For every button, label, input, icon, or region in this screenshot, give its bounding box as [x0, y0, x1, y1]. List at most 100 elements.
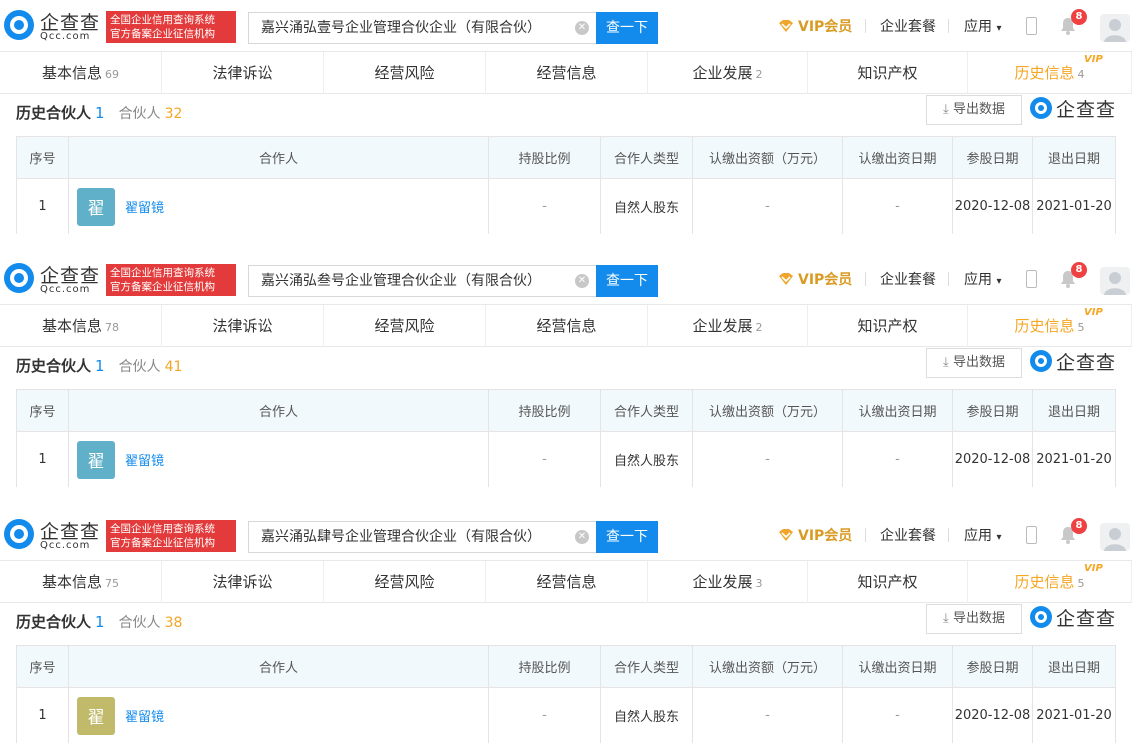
tab-ip[interactable]: 知识产权	[808, 305, 968, 347]
vip-member-link[interactable]: VIP会员	[778, 269, 852, 289]
partners-count[interactable]: 32	[165, 106, 183, 122]
search-input[interactable]	[261, 522, 571, 552]
history-partners-count[interactable]: 1	[95, 613, 105, 631]
search-input[interactable]	[261, 13, 571, 43]
search-button[interactable]: 查一下	[596, 12, 658, 44]
col-partner-header: 合作人	[69, 390, 489, 431]
clear-icon[interactable]: ✕	[575, 274, 589, 288]
partner-avatar[interactable]: 翟	[77, 440, 115, 479]
vip-member-link[interactable]: VIP会员	[778, 525, 852, 545]
logo-mark-icon	[4, 519, 34, 549]
export-data-button[interactable]: ⤓ 导出数据	[926, 95, 1022, 125]
export-data-button[interactable]: ⤓ 导出数据	[926, 348, 1022, 378]
row-index: 1	[17, 179, 69, 234]
section-title: 历史合伙人 1 合伙人 38	[16, 611, 182, 632]
enterprise-package-link[interactable]: 企业套餐	[880, 525, 936, 545]
export-data-button[interactable]: ⤓ 导出数据	[926, 604, 1022, 634]
apps-menu[interactable]: 应用 ▾	[964, 16, 1001, 36]
partners-tab-label[interactable]: 合伙人	[119, 615, 161, 631]
tab-risk[interactable]: 经营风险	[324, 52, 486, 94]
partners-tab-label[interactable]: 合伙人	[119, 106, 161, 122]
col-join-date-header: 参股日期	[953, 646, 1033, 687]
tab-history[interactable]: 历史信息 5 VIP	[968, 305, 1132, 347]
qcc-watermark: 企查查	[1030, 348, 1120, 376]
tab-basic-info[interactable]: 基本信息 69	[0, 52, 162, 94]
tab-operations[interactable]: 经营信息	[486, 305, 648, 347]
partner-name-link[interactable]: 翟留镜	[125, 706, 164, 725]
vip-tag: VIP	[1084, 563, 1103, 574]
search-input[interactable]	[261, 266, 571, 296]
col-exit-date-value: 2021-01-20	[1036, 199, 1112, 214]
partners-tab-label[interactable]: 合伙人	[119, 359, 161, 375]
tab-basic-info[interactable]: 基本信息 75	[0, 561, 162, 603]
tab-label: 经营风险	[374, 64, 435, 82]
user-avatar-icon[interactable]	[1100, 267, 1130, 295]
search-button[interactable]: 查一下	[596, 265, 658, 297]
tab-operations[interactable]: 经营信息	[486, 52, 648, 94]
search-button[interactable]: 查一下	[596, 521, 658, 553]
qcc-logo[interactable]: 企查查 Qcc.com	[4, 261, 100, 297]
tab-development[interactable]: 企业发展 3	[648, 561, 808, 603]
apps-menu[interactable]: 应用 ▾	[964, 525, 1001, 545]
tab-legal[interactable]: 法律诉讼	[162, 52, 324, 94]
tab-label: 知识产权	[857, 64, 918, 82]
partner-name-link[interactable]: 翟留镜	[125, 197, 164, 216]
enterprise-package-link[interactable]: 企业套餐	[880, 269, 936, 289]
tab-legal[interactable]: 法律诉讼	[162, 561, 324, 603]
history-partners-count[interactable]: 1	[95, 104, 105, 122]
apps-label: 应用	[964, 272, 992, 288]
qcc-logo[interactable]: 企查查 Qcc.com	[4, 8, 100, 44]
nav-tabs: 基本信息 69 法律诉讼 经营风险 经营信息 企业发展 2 知识产权 历史信息 4 VIP	[0, 52, 1132, 94]
tab-development[interactable]: 企业发展 2	[648, 52, 808, 94]
partner-avatar[interactable]: 翟	[77, 187, 115, 226]
nav-tabs: 基本信息 78 法律诉讼 经营风险 经营信息 企业发展 2 知识产权 历史信息 5 VIP	[0, 305, 1132, 347]
watermark-logo-icon	[1030, 97, 1052, 119]
tab-risk[interactable]: 经营风险	[324, 305, 486, 347]
col-partner-header: 合作人	[69, 646, 489, 687]
mobile-icon[interactable]	[1026, 17, 1037, 35]
user-avatar-icon[interactable]	[1100, 523, 1130, 551]
col-join-date-header: 参股日期	[953, 137, 1033, 178]
vip-tag: VIP	[1084, 54, 1103, 65]
certification-badge: 全国企业信用查询系统 官方备案企业征信机构	[106, 520, 236, 552]
col-date-header: 认缴出资日期	[843, 646, 953, 687]
user-avatar-icon[interactable]	[1100, 14, 1130, 42]
tab-label: 基本信息	[41, 64, 102, 82]
col-index-header: 序号	[17, 390, 69, 431]
mobile-icon[interactable]	[1026, 270, 1037, 288]
tab-ip[interactable]: 知识产权	[808, 561, 968, 603]
col-type-header: 合作人类型	[601, 390, 693, 431]
partner-avatar[interactable]: 翟	[77, 696, 115, 735]
clear-icon[interactable]: ✕	[575, 21, 589, 35]
tab-history[interactable]: 历史信息 5 VIP	[968, 561, 1132, 603]
tab-basic-info[interactable]: 基本信息 78	[0, 305, 162, 347]
tab-ip[interactable]: 知识产权	[808, 52, 968, 94]
qcc-logo[interactable]: 企查查 Qcc.com	[4, 517, 100, 553]
mobile-icon[interactable]	[1026, 526, 1037, 544]
col-amount-value: -	[693, 432, 843, 487]
clear-icon[interactable]: ✕	[575, 530, 589, 544]
company-panel: 企查查Qcc.com全国企业信用查询系统官方备案企业征信机构✕查一下VIP会员企…	[0, 253, 1132, 503]
vip-member-link[interactable]: VIP会员	[778, 16, 852, 36]
partner-name-link[interactable]: 翟留镜	[125, 450, 164, 469]
tab-development[interactable]: 企业发展 2	[648, 305, 808, 347]
partners-count[interactable]: 41	[165, 359, 183, 375]
notification-badge: 8	[1071, 262, 1087, 278]
col-join-date-value: 2020-12-08	[953, 688, 1033, 743]
tab-operations[interactable]: 经营信息	[486, 561, 648, 603]
col-date-header: 认缴出资日期	[843, 137, 953, 178]
apps-menu[interactable]: 应用 ▾	[964, 269, 1001, 289]
tab-risk[interactable]: 经营风险	[324, 561, 486, 603]
history-partners-title: 历史合伙人	[16, 104, 92, 122]
cert-line-1: 全国企业信用查询系统	[110, 14, 215, 26]
partners-count[interactable]: 38	[165, 615, 183, 631]
vip-crown-icon	[779, 273, 793, 285]
watermark-logo-icon	[1030, 606, 1052, 628]
history-partners-count[interactable]: 1	[95, 357, 105, 375]
tab-legal[interactable]: 法律诉讼	[162, 305, 324, 347]
watermark-logo-icon	[1030, 350, 1052, 372]
caret-down-icon: ▾	[996, 532, 1002, 543]
tab-history[interactable]: 历史信息 4 VIP	[968, 52, 1132, 94]
enterprise-package-link[interactable]: 企业套餐	[880, 16, 936, 36]
col-amount-header: 认缴出资额（万元）	[693, 390, 843, 431]
